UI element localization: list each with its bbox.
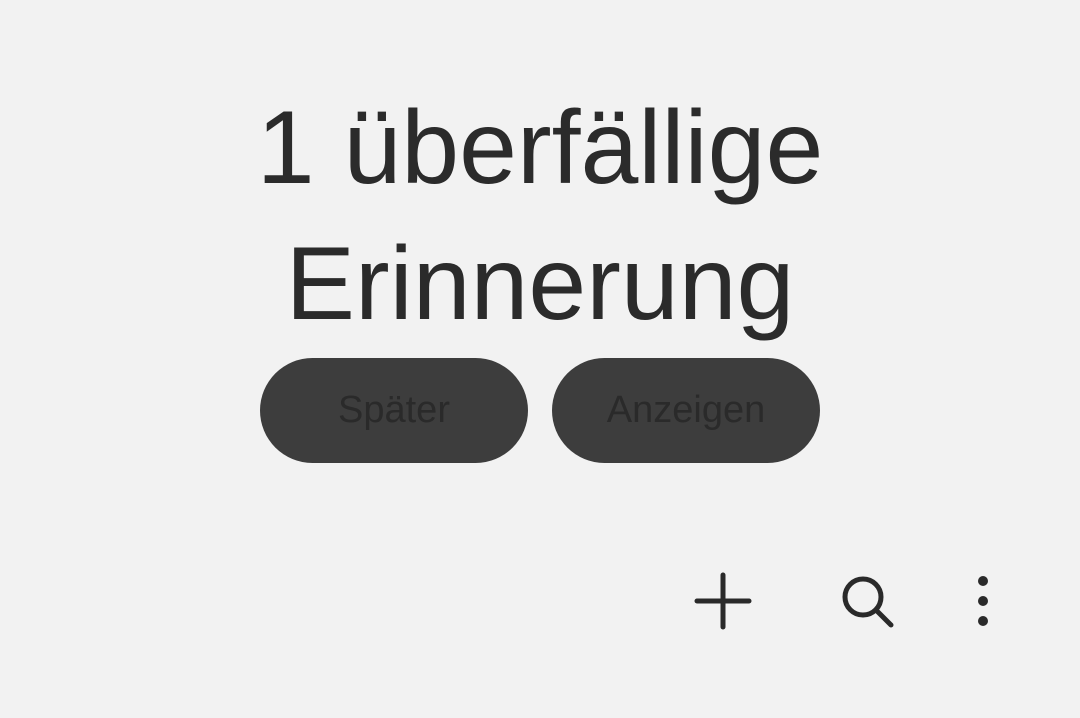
add-icon [694,572,752,630]
search-button[interactable] [826,560,908,642]
more-options-button[interactable] [942,560,1024,642]
more-vert-icon [978,576,988,626]
bottom-toolbar [0,560,1080,642]
later-button[interactable]: Später [260,358,528,463]
reminder-title-line1: 1 überfällige [256,90,824,206]
add-button[interactable] [682,560,764,642]
reminder-title-line2: Erinnerung [285,226,795,342]
overdue-reminder-card: 1 überfällige Erinnerung Später Anzeigen [0,0,1080,480]
search-icon [842,576,894,628]
reminder-title: 1 überfällige Erinnerung [140,80,940,352]
show-button[interactable]: Anzeigen [552,358,820,463]
